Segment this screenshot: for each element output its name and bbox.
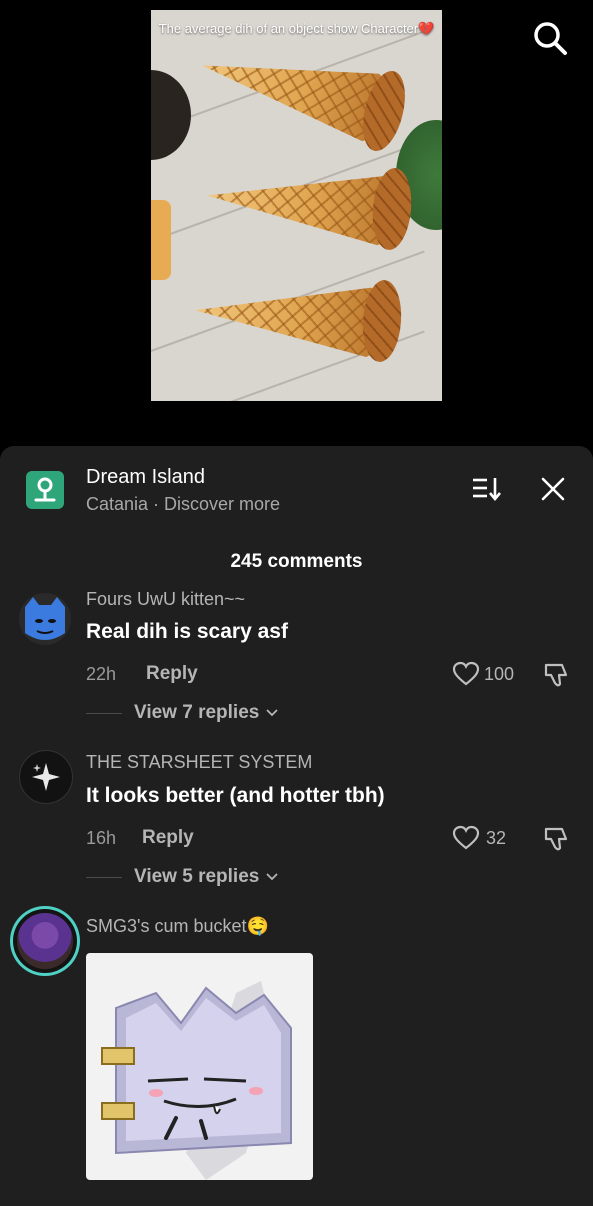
partial-cone xyxy=(151,200,171,280)
chevron-down-icon xyxy=(265,873,278,881)
replies-divider xyxy=(86,713,122,714)
search-icon xyxy=(534,22,567,55)
dislike-button[interactable] xyxy=(542,825,570,853)
comment-text: It looks better (and hotter tbh) xyxy=(86,784,385,807)
character-image xyxy=(101,981,292,1180)
like-count: 32 xyxy=(486,828,507,848)
sort-icon xyxy=(473,478,501,502)
search-button[interactable] xyxy=(530,18,570,58)
chevron-down-icon xyxy=(265,709,278,717)
reply-button[interactable]: Reply xyxy=(146,663,198,685)
comment-image[interactable] xyxy=(86,953,313,1180)
video-overlay-text: The average dih of an object show Charac… xyxy=(158,21,435,36)
location-subtitle[interactable]: Catania · Discover more xyxy=(86,494,280,515)
avatar-image xyxy=(25,597,65,640)
replies-divider xyxy=(86,877,122,878)
like-count: 100 xyxy=(484,664,515,684)
location-title[interactable]: Dream Island xyxy=(86,466,205,489)
avatar-ring[interactable] xyxy=(10,906,80,976)
reply-button[interactable]: Reply xyxy=(142,827,194,849)
avatar[interactable] xyxy=(19,593,71,645)
comments-count: 245 comments xyxy=(230,551,363,572)
view-replies-label: View 5 replies xyxy=(134,866,260,887)
close-icon xyxy=(541,477,565,501)
view-replies-button[interactable]: View 5 replies xyxy=(134,866,279,888)
sort-button[interactable] xyxy=(470,474,502,504)
comment-time: 16h xyxy=(86,828,117,848)
sparkle-avatar-image xyxy=(32,763,60,791)
location-pin-icon xyxy=(34,477,56,502)
comment-username[interactable]: Fours UwU kitten~~ xyxy=(86,589,245,610)
heart-icon xyxy=(452,825,480,850)
avatar[interactable] xyxy=(19,750,73,804)
like-button[interactable] xyxy=(452,825,480,851)
comment-username[interactable]: SMG3's cum bucket🤤 xyxy=(86,916,269,937)
heart-icon xyxy=(452,661,480,686)
close-button[interactable] xyxy=(538,474,568,504)
dislike-icon xyxy=(544,663,568,687)
dark-bowl xyxy=(151,70,191,160)
comment-text: Real dih is scary asf xyxy=(86,620,288,643)
view-replies-label: View 7 replies xyxy=(134,702,260,723)
view-replies-button[interactable]: View 7 replies xyxy=(134,702,279,724)
comment-username[interactable]: THE STARSHEET SYSTEM xyxy=(86,752,312,773)
dislike-button[interactable] xyxy=(542,661,570,689)
video-preview[interactable]: The average dih of an object show Charac… xyxy=(151,10,442,401)
avatar xyxy=(17,913,73,969)
dislike-icon xyxy=(544,827,568,851)
like-button[interactable] xyxy=(452,661,480,687)
location-badge[interactable] xyxy=(26,471,64,509)
comment-time: 22h xyxy=(86,664,117,684)
